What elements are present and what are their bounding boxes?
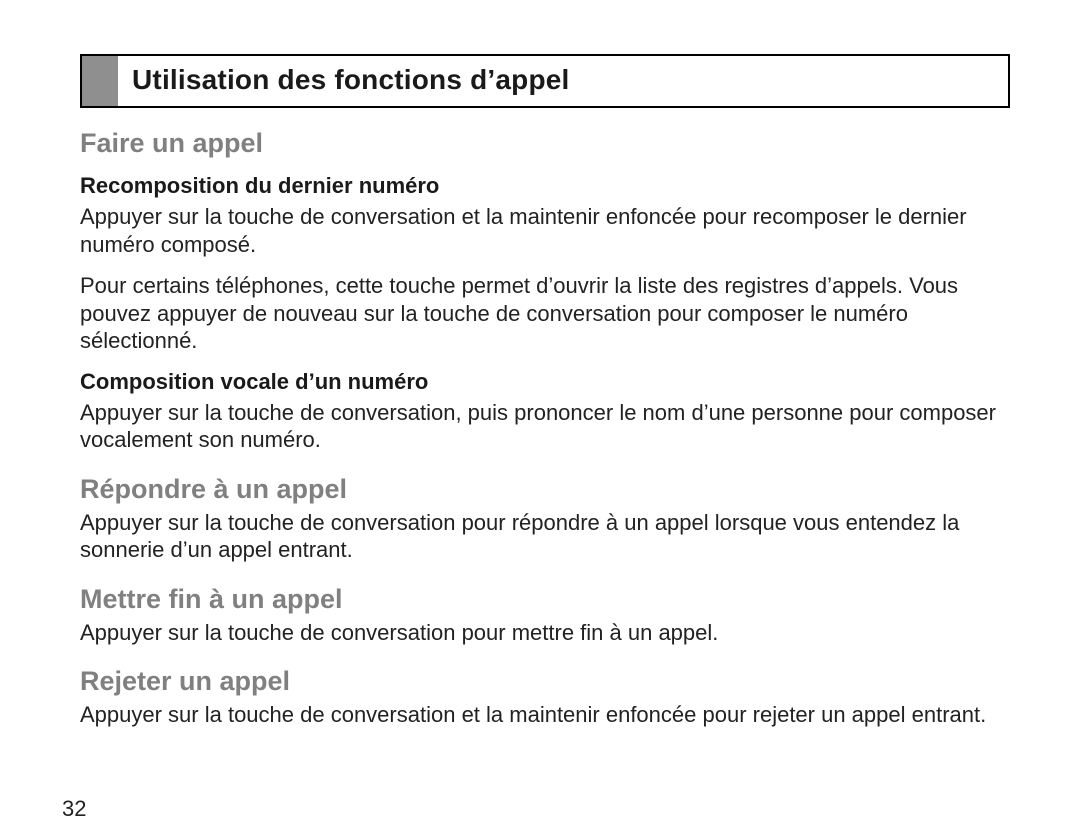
paragraph: Appuyer sur la touche de conversation po… [80,509,1010,564]
document-page: Utilisation des fonctions d’appel Faire … [0,0,1080,840]
subsection-heading: Composition vocale d’un numéro [80,369,1010,395]
paragraph: Appuyer sur la touche de conversation et… [80,701,1010,729]
page-title: Utilisation des fonctions d’appel [118,56,1008,106]
paragraph: Pour certains téléphones, cette touche p… [80,272,1010,355]
page-number: 32 [62,796,86,822]
section-heading: Mettre fin à un appel [80,584,1010,615]
subsection-heading: Recomposition du dernier numéro [80,173,1010,199]
paragraph: Appuyer sur la touche de conversation et… [80,203,1010,258]
title-bar: Utilisation des fonctions d’appel [80,54,1010,108]
section-heading: Répondre à un appel [80,474,1010,505]
paragraph: Appuyer sur la touche de conversation po… [80,619,1010,647]
paragraph: Appuyer sur la touche de conversation, p… [80,399,1010,454]
section-heading: Rejeter un appel [80,666,1010,697]
section-heading: Faire un appel [80,128,1010,159]
title-bar-tab [82,56,118,106]
